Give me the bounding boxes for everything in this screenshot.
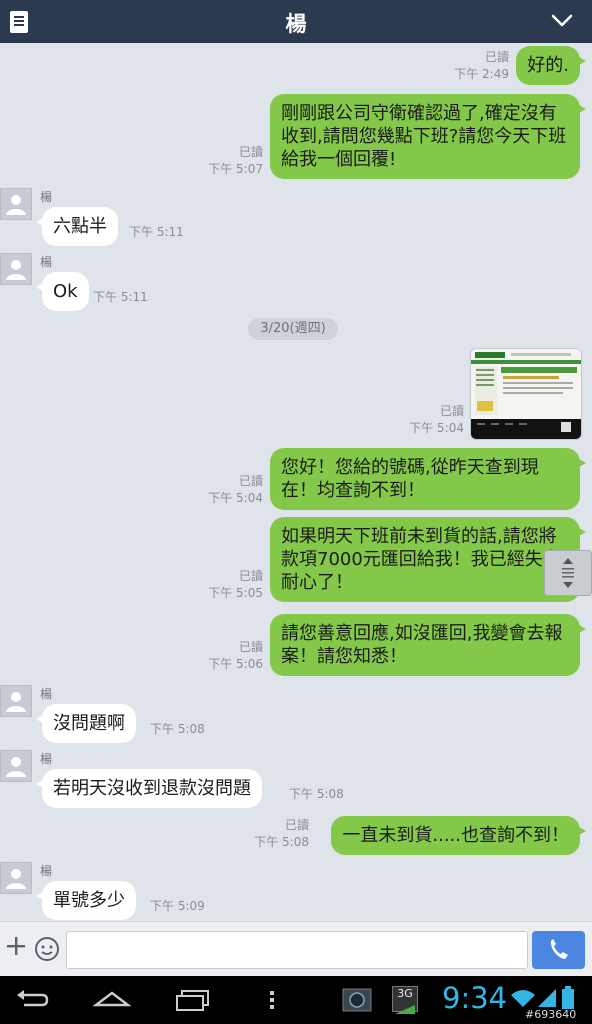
avatar[interactable] [0,188,32,220]
message-time: 下午 5:04 [208,491,263,505]
status-clock: 9:34 [442,981,508,1015]
image-message[interactable] [470,348,582,440]
phone-icon [550,939,568,959]
avatar[interactable] [0,253,32,285]
read-receipt: 已讀 [439,404,464,418]
message-meta: 已讀 下午 5:06 [208,639,263,673]
signal-mini-icon [395,1005,415,1014]
avatar[interactable] [0,750,32,782]
their-message[interactable]: Ok [36,272,89,311]
message-time: 下午 5:04 [409,421,464,435]
avatar-icon [6,757,26,777]
message-time: 下午 5:06 [208,657,263,671]
my-message[interactable]: 如果明天下班前未到貨的話,請您將款項7000元匯回給我！我已經失去耐心了！ [270,517,586,602]
avatar-icon [6,260,26,280]
my-message[interactable]: 一直未到貨.....也查詢不到！ [331,816,586,855]
message-time: 下午 5:08 [289,787,344,801]
plus-icon[interactable] [4,934,28,958]
read-receipt: 已讀 [238,640,263,654]
sender-name: 楊 [40,687,53,701]
avatar-icon [6,692,26,712]
avatar[interactable] [0,862,32,894]
recent-apps-icon[interactable] [174,988,212,1012]
my-message[interactable]: 您好！您給的號碼,從昨天查到現在！均查詢不到！ [270,448,586,510]
battery-icon [562,986,574,1009]
chat-title: 楊 [285,12,307,36]
emoji-icon[interactable] [34,936,60,962]
message-time: 下午 2:49 [454,67,509,81]
their-message[interactable]: 沒問題啊 [36,704,136,743]
message-time: 下午 5:07 [208,162,263,176]
my-message[interactable]: 剛剛跟公司守衛確認過了,確定沒有收到,請問您幾點下班?請您今天下班給我一個回覆! [270,94,586,179]
read-receipt: 已讀 [484,50,509,64]
their-message[interactable]: 六點半 [36,207,118,246]
read-receipt: 已讀 [284,818,309,832]
chat-log[interactable]: 已讀 下午 2:49 好的. 已讀 下午 5:07 剛剛跟公司守衛確認過了,確定… [0,43,592,921]
avatar[interactable] [0,685,32,717]
message-meta: 已讀 下午 5:07 [208,144,263,178]
wifi-icon [511,990,535,1007]
message-meta: 已讀 下午 5:04 [208,473,263,507]
sender-name: 楊 [40,864,53,878]
signal-icon [538,989,556,1007]
system-navigation-bar: 3G 9:34 #693640 [0,976,592,1024]
chevron-down-icon[interactable] [550,8,574,32]
screenshot-thumbnail [471,349,581,439]
message-time: 下午 5:11 [93,290,148,304]
read-receipt: 已讀 [238,569,263,583]
message-meta: 已讀 下午 5:08 [254,817,309,851]
message-time: 下午 5:11 [129,225,184,239]
my-message[interactable]: 請您善意回應,如沒匯回,我變會去報案！請您知悉！ [270,614,586,676]
camera-notification-icon [342,988,372,1012]
avatar-icon [6,195,26,215]
network-type-icon: 3G [392,986,418,1014]
call-button[interactable] [532,931,585,969]
back-icon[interactable] [14,988,50,1012]
sender-name: 楊 [40,190,53,204]
message-input[interactable] [66,931,528,969]
message-meta: 已讀 下午 2:49 [454,49,509,83]
fast-scroll-handle[interactable] [544,550,592,596]
message-time: 下午 5:08 [254,835,309,849]
sender-name: 楊 [40,255,53,269]
watermark-text: #693640 [525,1008,577,1021]
chat-header: 楊 [0,0,592,43]
their-message[interactable]: 若明天沒收到退款沒問題 [36,769,262,808]
scroll-arrows-icon [562,558,574,588]
date-divider: 3/20(週四) [248,318,338,340]
message-meta: 已讀 下午 5:04 [409,403,464,437]
their-message[interactable]: 單號多少 [36,881,136,920]
read-receipt: 已讀 [238,474,263,488]
message-time: 下午 5:05 [208,586,263,600]
home-icon[interactable] [92,988,132,1012]
avatar-icon [6,869,26,889]
sender-name: 楊 [40,752,53,766]
message-time: 下午 5:09 [150,899,205,913]
read-receipt: 已讀 [238,145,263,159]
message-meta: 已讀 下午 5:05 [208,568,263,602]
my-message[interactable]: 好的. [516,46,586,85]
message-composer [0,921,592,976]
overflow-menu-icon[interactable] [266,988,278,1012]
message-time: 下午 5:08 [150,722,205,736]
